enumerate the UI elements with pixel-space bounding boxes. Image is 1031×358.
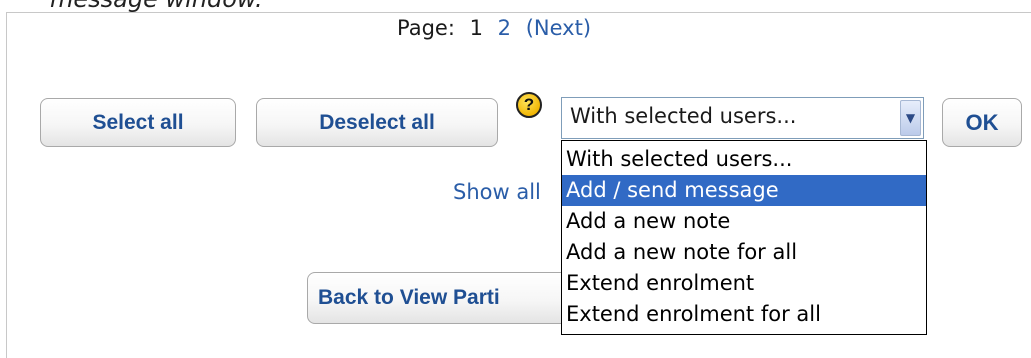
ok-button[interactable]: OK: [942, 98, 1022, 147]
option-extend-enrolment[interactable]: Extend enrolment: [562, 268, 926, 299]
option-with-selected-users[interactable]: With selected users...: [562, 144, 926, 175]
option-add-new-note-for-all[interactable]: Add a new note for all: [562, 237, 926, 268]
back-to-view-participants-button[interactable]: Back to View Parti: [307, 272, 597, 324]
page-2-link[interactable]: 2: [498, 16, 511, 40]
show-all-link[interactable]: Show all: [453, 180, 541, 204]
select-current-value: With selected users...: [570, 104, 797, 128]
select-all-button[interactable]: Select all: [40, 98, 236, 147]
pagination-label: Page:: [397, 16, 455, 40]
option-extend-enrolment-for-all[interactable]: Extend enrolment for all: [562, 299, 926, 330]
with-selected-users-select[interactable]: With selected users... ▼: [561, 97, 924, 139]
deselect-all-button[interactable]: Deselect all: [256, 98, 498, 147]
next-page-link[interactable]: (Next): [526, 16, 591, 40]
help-icon[interactable]: ?: [516, 92, 542, 118]
action-dropdown-list: With selected users... Add / send messag…: [561, 140, 927, 335]
chevron-down-icon[interactable]: ▼: [900, 100, 921, 136]
page-1-current: 1: [469, 16, 483, 40]
option-add-send-message[interactable]: Add / send message: [562, 175, 926, 206]
option-add-new-note[interactable]: Add a new note: [562, 206, 926, 237]
pagination: Page: 1 2 (Next): [397, 16, 591, 40]
